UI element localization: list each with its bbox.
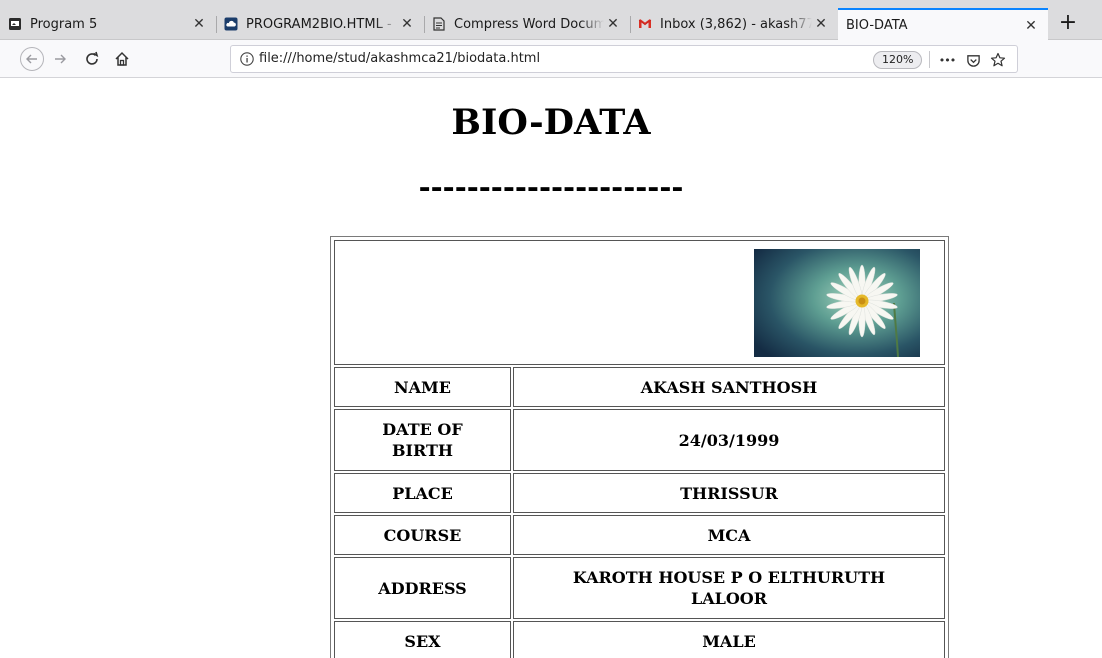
table-row: ADDRESS KAROTH HOUSE P O ELTHURUTH LALOO… bbox=[334, 557, 945, 619]
table-row: PLACE THRISSUR bbox=[334, 473, 945, 513]
home-button[interactable] bbox=[110, 47, 134, 71]
close-tab-icon[interactable]: ✕ bbox=[604, 16, 622, 32]
tab-inbox[interactable]: Inbox (3,862) - akash777 ✕ bbox=[630, 8, 838, 40]
document-icon bbox=[432, 17, 446, 31]
tab-program-5[interactable]: Program 5 ✕ bbox=[0, 8, 216, 40]
home-icon bbox=[115, 51, 129, 66]
row-label-text: DATE OF BIRTH bbox=[382, 420, 463, 460]
url-text: file:///home/stud/akashmca21/biodata.htm… bbox=[259, 51, 541, 66]
dashed-rule: ---------------------- bbox=[418, 170, 684, 204]
presentation-icon bbox=[8, 17, 22, 31]
more-dots-icon: ••• bbox=[938, 53, 956, 67]
star-icon bbox=[990, 52, 1006, 67]
tab-title: PROGRAM2BIO.HTML - bbox=[246, 16, 392, 32]
forward-arrow-icon bbox=[55, 54, 66, 64]
close-tab-icon[interactable]: ✕ bbox=[1022, 18, 1040, 34]
tab-separator bbox=[216, 16, 217, 33]
back-button[interactable] bbox=[20, 47, 44, 71]
row-value: KAROTH HOUSE P O ELTHURUTH LALOOR bbox=[513, 557, 945, 619]
row-label: ADDRESS bbox=[334, 557, 511, 619]
gmail-icon bbox=[638, 17, 652, 31]
cloud-icon bbox=[224, 17, 238, 31]
tab-program2bio[interactable]: PROGRAM2BIO.HTML - ✕ bbox=[216, 8, 424, 40]
table-row: NAME AKASH SANTHOSH bbox=[334, 367, 945, 407]
row-value: 24/03/1999 bbox=[513, 409, 945, 471]
close-tab-icon[interactable]: ✕ bbox=[398, 16, 416, 32]
tab-title: Compress Word Docume bbox=[454, 16, 604, 32]
navigation-toolbar: file:///home/stud/akashmca21/biodata.htm… bbox=[0, 40, 1102, 78]
row-value-text: KAROTH HOUSE P O ELTHURUTH LALOOR bbox=[572, 568, 886, 608]
close-tab-icon[interactable]: ✕ bbox=[812, 16, 830, 32]
page-title: BIO-DATA bbox=[451, 102, 651, 143]
tab-title: BIO-DATA bbox=[846, 18, 908, 33]
table-row: SEX MALE bbox=[334, 621, 945, 658]
row-label: NAME bbox=[334, 367, 511, 407]
forward-button[interactable] bbox=[48, 47, 72, 71]
tab-title: Program 5 bbox=[30, 16, 98, 32]
new-tab-button[interactable]: + bbox=[1052, 8, 1084, 40]
tab-separator bbox=[424, 16, 425, 33]
zoom-level-button[interactable]: 120% bbox=[873, 51, 923, 69]
tab-strip: Program 5 ✕ PROGRAM2BIO.HTML - ✕ Compres… bbox=[0, 0, 1102, 41]
divider bbox=[929, 51, 930, 68]
page-actions-button[interactable]: ••• bbox=[937, 50, 957, 70]
tab-compress-word[interactable]: Compress Word Docume ✕ bbox=[424, 8, 630, 40]
table-row: DATE OF BIRTH 24/03/1999 bbox=[334, 409, 945, 471]
bookmark-star-button[interactable] bbox=[988, 50, 1008, 70]
row-label: PLACE bbox=[334, 473, 511, 513]
reload-button[interactable] bbox=[80, 47, 104, 71]
tab-bio-data[interactable]: BIO-DATA ✕ bbox=[838, 8, 1048, 41]
tab-title: Inbox (3,862) - akash777 bbox=[660, 16, 812, 32]
row-label: SEX bbox=[334, 621, 511, 658]
pocket-icon bbox=[966, 54, 980, 67]
tab-separator bbox=[630, 16, 631, 33]
row-label: DATE OF BIRTH bbox=[334, 409, 511, 471]
back-arrow-icon bbox=[26, 54, 37, 64]
row-label: COURSE bbox=[334, 515, 511, 555]
biodata-table: NAME AKASH SANTHOSH DATE OF BIRTH 24/03/… bbox=[330, 236, 949, 658]
row-value: MALE bbox=[513, 621, 945, 658]
pocket-button[interactable] bbox=[963, 50, 983, 70]
row-value: MCA bbox=[513, 515, 945, 555]
row-value: THRISSUR bbox=[513, 473, 945, 513]
address-bar[interactable]: file:///home/stud/akashmca21/biodata.htm… bbox=[230, 45, 1018, 73]
row-value: AKASH SANTHOSH bbox=[513, 367, 945, 407]
close-tab-icon[interactable]: ✕ bbox=[190, 16, 208, 32]
table-row: COURSE MCA bbox=[334, 515, 945, 555]
flower-photo bbox=[754, 249, 920, 357]
info-icon[interactable] bbox=[239, 51, 255, 67]
page-content: BIO-DATA ---------------------- NAME AKA… bbox=[0, 78, 1102, 658]
reload-icon bbox=[86, 51, 99, 65]
photo-cell bbox=[334, 240, 945, 365]
